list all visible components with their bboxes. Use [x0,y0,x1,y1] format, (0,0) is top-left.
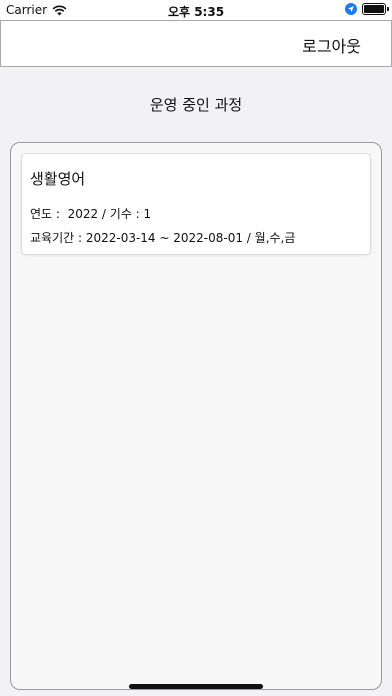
course-period: 교육기간 : 2022-03-14 ~ 2022-08-01 / 월,수,금 [30,231,296,245]
app-header: 로그아웃 [0,20,392,67]
app-screen: Carrier 오후 5:35 로그아웃 운영 중인 과정 생활영어 연도 : … [0,0,392,696]
location-arrow-icon [345,3,357,15]
course-list-panel[interactable]: 생활영어 연도 : 2022 / 기수 : 1 교육기간 : 2022-03-1… [10,142,382,690]
battery-level [364,5,384,13]
course-card[interactable]: 생활영어 연도 : 2022 / 기수 : 1 교육기간 : 2022-03-1… [21,153,371,255]
logout-button[interactable]: 로그아웃 [302,33,361,57]
page-title: 운영 중인 과정 [149,96,243,114]
home-indicator[interactable] [129,684,263,689]
battery-icon [362,3,389,15]
status-right [345,3,389,15]
course-year-cohort: 연도 : 2022 / 기수 : 1 [30,207,152,221]
status-bar: Carrier 오후 5:35 [0,0,392,20]
course-name: 생활영어 [30,170,86,188]
status-time: 오후 5:35 [167,5,225,19]
